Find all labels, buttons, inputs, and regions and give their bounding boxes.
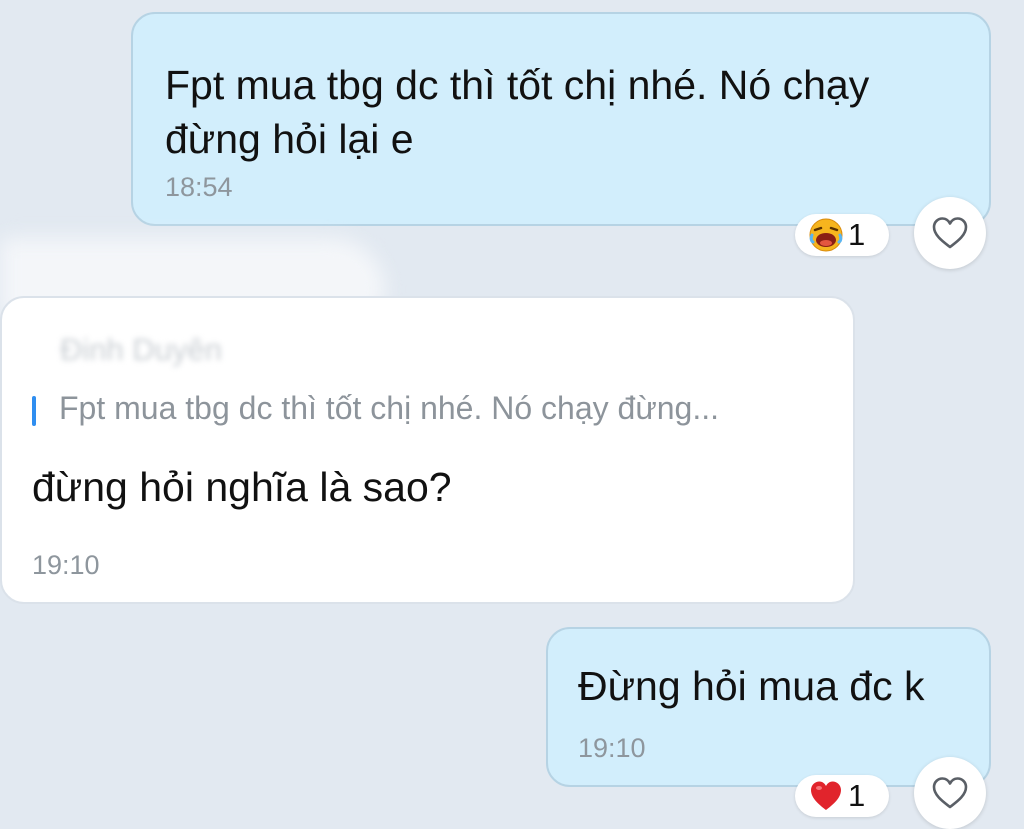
heart-outline-icon: [932, 217, 968, 249]
message-text: đừng hỏi nghĩa là sao?: [32, 464, 452, 510]
message-timestamp: 19:10: [32, 550, 100, 580]
reaction-count: 1: [848, 778, 866, 813]
reaction-badge[interactable]: 1: [795, 214, 889, 256]
heart-outline-icon: [932, 777, 968, 809]
red-heart-icon: [811, 781, 841, 810]
message-bubble-sent[interactable]: Đừng hỏi mua đc k 19:10: [546, 627, 991, 787]
reaction-count: 1: [848, 217, 866, 252]
message-text: Đừng hỏi mua đc k: [578, 663, 925, 709]
quoted-text: Fpt mua tbg dc thì tốt chị nhé. Nó chạy …: [59, 390, 719, 426]
message-text: Fpt mua tbg dc thì tốt chị nhé. Nó chạy …: [165, 62, 870, 162]
sender-name: Đinh Duyên: [60, 332, 222, 367]
message-timestamp: 18:54: [165, 172, 233, 202]
message-bubble-received[interactable]: Đinh Duyên Fpt mua tbg dc thì tốt chị nh…: [0, 296, 855, 604]
quote-accent-bar: [32, 396, 36, 426]
message-timestamp: 19:10: [578, 733, 646, 763]
react-button[interactable]: [914, 757, 986, 829]
reaction-badge[interactable]: 1: [795, 775, 889, 817]
react-button[interactable]: [914, 197, 986, 269]
laughing-face-icon: [809, 218, 843, 252]
message-bubble-sent[interactable]: Fpt mua tbg dc thì tốt chị nhé. Nó chạy …: [131, 12, 991, 226]
